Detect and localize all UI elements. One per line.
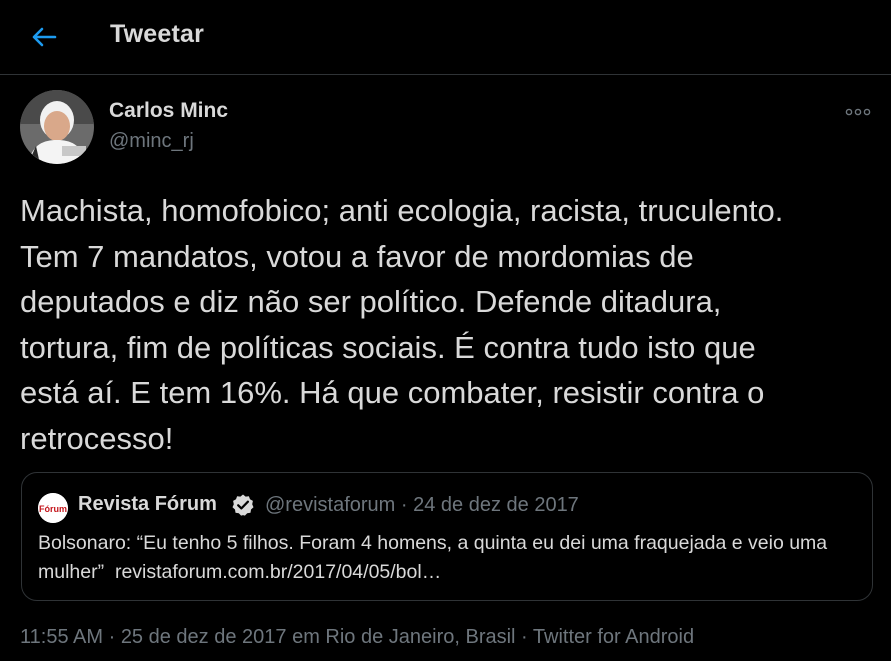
- top-bar: Tweetar: [0, 0, 891, 75]
- quoted-tweet-text: Bolsonaro: “Eu tenho 5 filhos. Foram 4 h…: [38, 529, 858, 587]
- back-button[interactable]: [22, 18, 66, 56]
- meta-separator: ·: [103, 626, 121, 648]
- quoted-link[interactable]: revistaforum.com.br/2017/04/05/bol…: [115, 561, 441, 583]
- svg-text:Fórum: Fórum: [39, 504, 67, 514]
- more-horizontal-icon: [845, 108, 871, 116]
- quoted-account-avatar: Fórum: [38, 493, 68, 523]
- author-handle[interactable]: @minc_rj: [109, 130, 194, 153]
- tweet-time[interactable]: 11:55 AM: [20, 626, 103, 648]
- tweet-date-location[interactable]: 25 de dez de 2017 em Rio de Janeiro, Bra…: [121, 626, 516, 648]
- more-options-button[interactable]: [843, 102, 873, 122]
- revista-forum-logo-icon: Fórum: [38, 493, 68, 523]
- tweet-source[interactable]: Twitter for Android: [533, 626, 694, 648]
- avatar-image: [20, 90, 94, 164]
- page-title: Tweetar: [110, 20, 205, 48]
- verified-badge-icon: [232, 494, 254, 516]
- tweet-text: Machista, homofobico; anti ecologia, rac…: [20, 193, 784, 456]
- tweet-metadata: 11:55 AM · 25 de dez de 2017 em Rio de J…: [20, 626, 694, 649]
- meta-separator: ·: [515, 626, 533, 648]
- quoted-tweet-card[interactable]: Fórum Revista Fórum @revistaforum · 24 d…: [21, 472, 873, 601]
- quoted-author-name: Revista Fórum: [78, 493, 217, 515]
- quoted-handle-date: @revistaforum · 24 de dez de 2017: [265, 494, 579, 516]
- tweet-author-row: Carlos Minc @minc_rj: [20, 90, 891, 170]
- verified-badge: [231, 493, 255, 517]
- author-display-name[interactable]: Carlos Minc: [109, 99, 228, 123]
- arrow-left-icon: [32, 27, 57, 47]
- avatar[interactable]: [20, 90, 94, 164]
